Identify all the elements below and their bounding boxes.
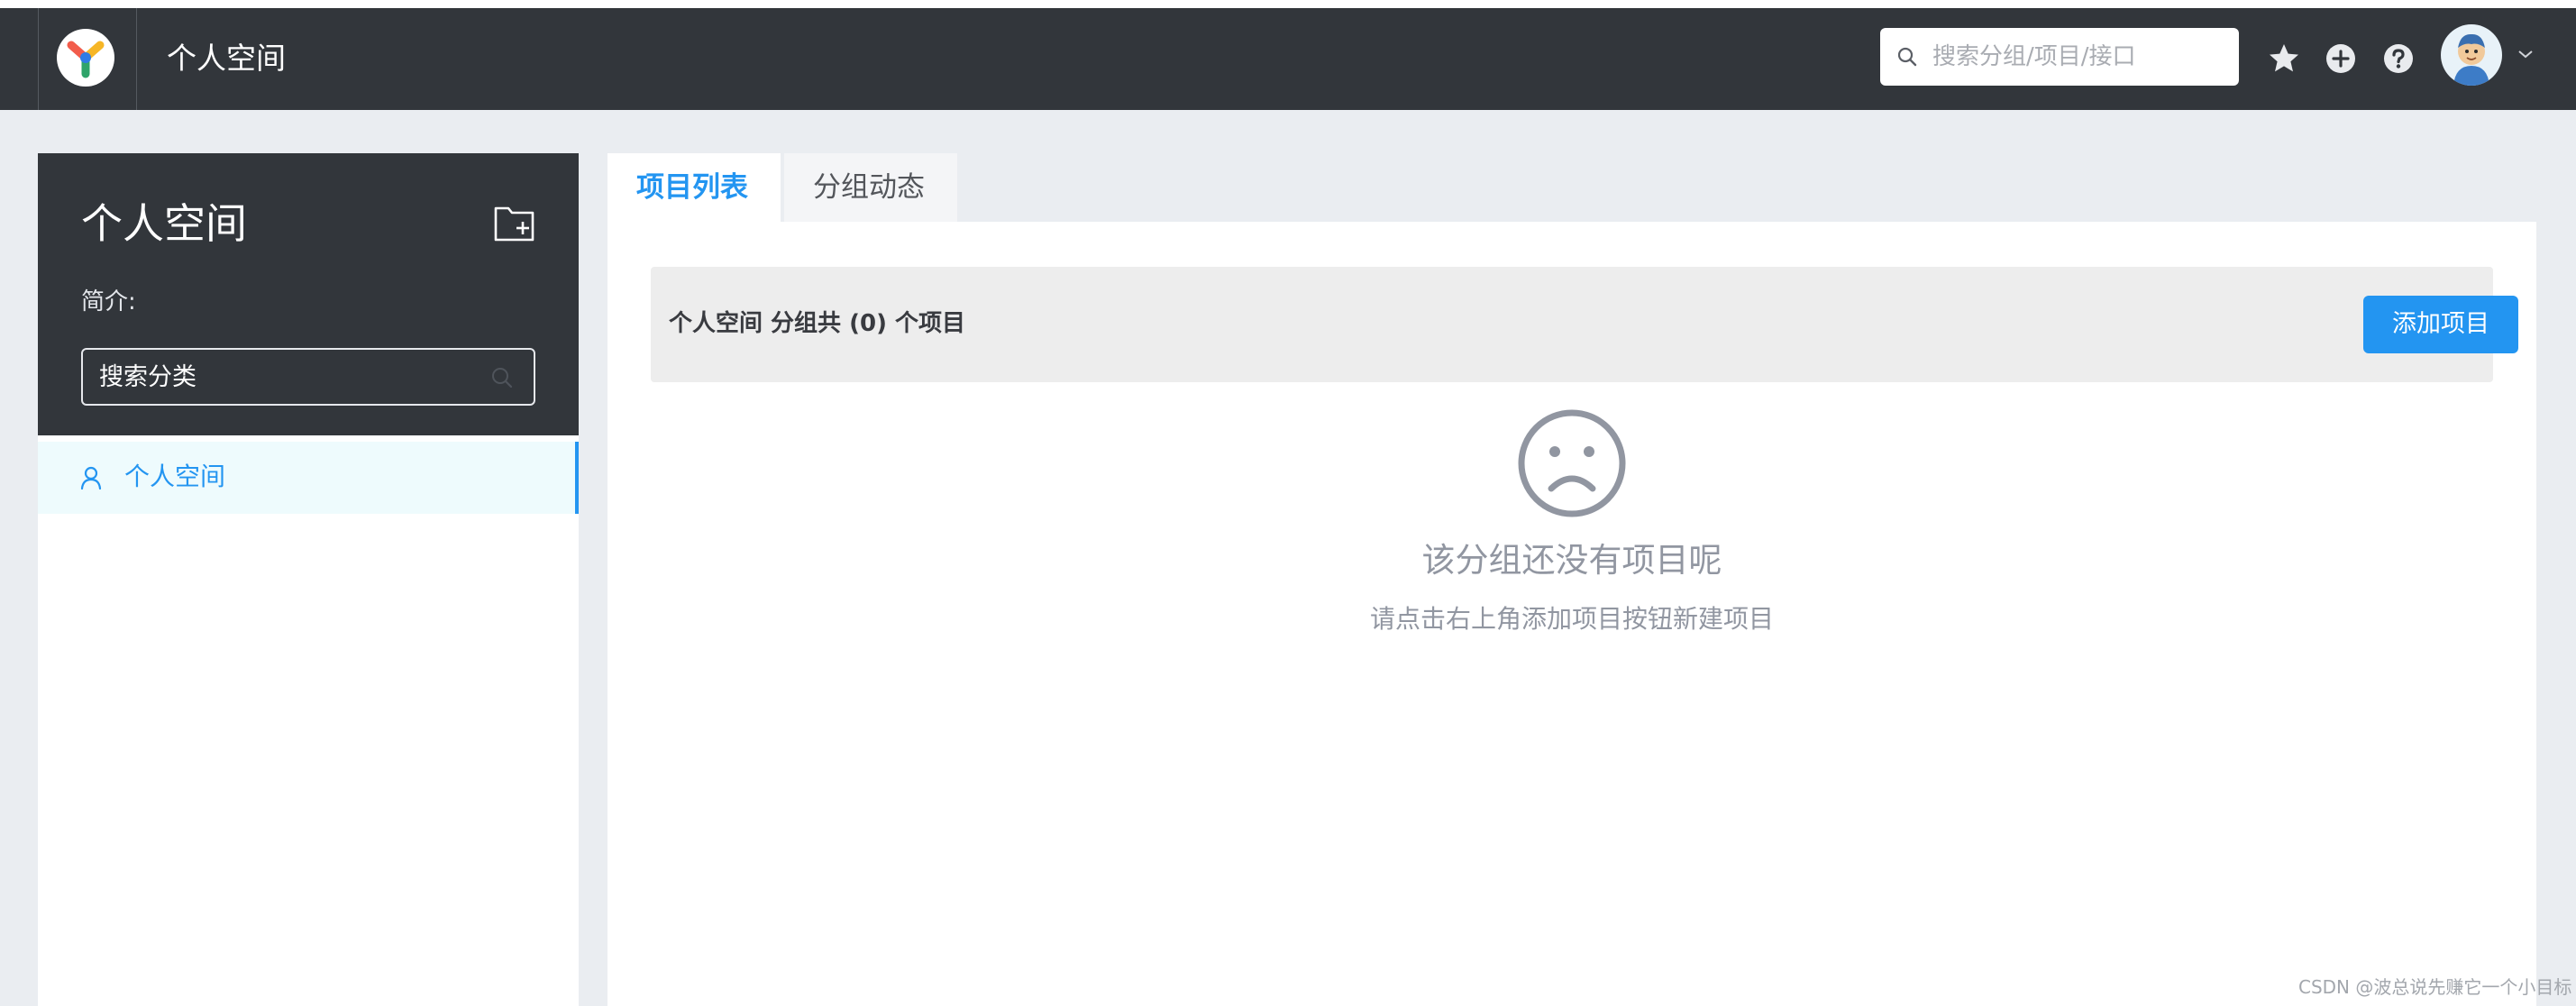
empty-state-title: 该分组还没有项目呢: [1421, 541, 1722, 580]
top-header: 个人空间 搜索分组/项目/接口: [0, 8, 2576, 110]
help-circle-icon[interactable]: [2380, 41, 2416, 77]
category-search-input[interactable]: 搜索分类: [81, 348, 535, 406]
search-icon: [492, 368, 513, 389]
category-search-text: 搜索分类: [99, 363, 196, 391]
tab-group-activity[interactable]: 分组动态: [784, 153, 957, 222]
group-sidebar: 个人空间 简介: 搜索分类 个人空间: [38, 153, 579, 1006]
tab-label: 分组动态: [813, 171, 925, 204]
project-count-text: 个人空间 分组共 (0) 个项目: [669, 310, 966, 337]
tab-project-list[interactable]: 项目列表: [607, 153, 781, 222]
project-summary-bar: 个人空间 分组共 (0) 个项目 添加项目: [651, 267, 2518, 382]
group-info-panel: 个人空间 简介: 搜索分类: [38, 153, 579, 435]
header-title: 个人空间: [167, 41, 286, 76]
group-title: 个人空间: [81, 199, 247, 248]
chevron-down-icon[interactable]: [2516, 48, 2535, 60]
search-icon: [1897, 47, 1917, 67]
yapi-logo-icon[interactable]: [57, 29, 114, 87]
sad-face-icon: [1518, 409, 1626, 517]
top-gap: [0, 0, 2576, 8]
search-placeholder: 搜索分组/项目/接口: [1932, 43, 2136, 70]
sidebar-item-label: 个人空间: [124, 462, 226, 491]
folder-add-icon[interactable]: [493, 204, 536, 243]
tab-label: 项目列表: [636, 171, 748, 204]
add-project-button[interactable]: 添加项目: [2363, 296, 2518, 353]
plus-circle-icon[interactable]: [2323, 41, 2359, 77]
watermark: CSDN @波总说先赚它一个小目标: [2298, 976, 2572, 998]
star-icon[interactable]: [2266, 41, 2302, 77]
global-search-input[interactable]: 搜索分组/项目/接口: [1880, 28, 2239, 86]
group-intro-label: 简介:: [81, 288, 136, 316]
user-icon: [80, 466, 102, 490]
logo-cell[interactable]: [38, 8, 137, 110]
user-avatar[interactable]: [2441, 24, 2502, 86]
project-list-panel: 个人空间 分组共 (0) 个项目 添加项目 该分组还没有项目呢 请点击右上角添加…: [607, 222, 2536, 1006]
sidebar-item-personal-space[interactable]: 个人空间: [38, 442, 579, 514]
empty-state-subtitle: 请点击右上角添加项目按钮新建项目: [1369, 604, 1774, 634]
